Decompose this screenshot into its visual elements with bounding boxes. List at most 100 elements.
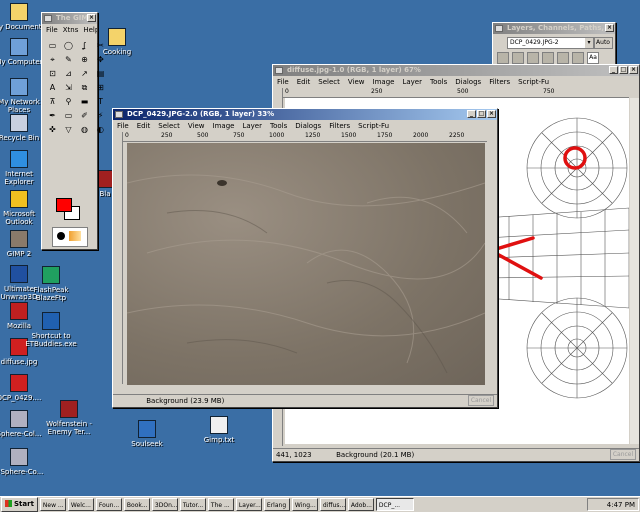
pattern-preview[interactable] xyxy=(69,231,81,241)
brush-preview[interactable] xyxy=(57,232,65,240)
tool-button[interactable]: T xyxy=(94,96,107,107)
diffuse-titlebar[interactable]: diffuse.jpg-1.0 (RGB, 1 layer) 67% _ □ × xyxy=(273,65,639,76)
menu-item[interactable]: File xyxy=(117,121,129,131)
desktop-icon[interactable]: Soulseek xyxy=(118,420,176,448)
tool-button[interactable]: ⊿ xyxy=(62,68,75,79)
taskbar-button[interactable]: diffus... xyxy=(319,498,346,511)
menu-item[interactable]: Select xyxy=(318,77,340,87)
tool-button[interactable]: A xyxy=(46,82,59,93)
menu-item[interactable]: Dialogs xyxy=(455,77,481,87)
tool-button[interactable]: ↗ xyxy=(78,68,91,79)
image-select-dropdown[interactable]: DCP_0429.JPG-2 ▾ xyxy=(507,37,595,49)
close-icon[interactable]: × xyxy=(605,24,614,32)
minimize-icon[interactable]: _ xyxy=(609,66,618,74)
tool-button[interactable]: ✜ xyxy=(46,124,59,135)
tool-button[interactable]: ✥ xyxy=(94,54,107,65)
toolbox-titlebar[interactable]: The GIMP × xyxy=(42,13,97,24)
taskbar-button[interactable]: Wing... xyxy=(291,498,318,511)
tool-button[interactable]: ⊞ xyxy=(94,82,107,93)
tool-button[interactable]: ⊡ xyxy=(46,68,59,79)
tool-button[interactable]: ⇲ xyxy=(62,82,75,93)
desktop-icon[interactable]: Wolfenstein - Enemy Ter... xyxy=(40,400,98,436)
tool-button[interactable]: ▭ xyxy=(46,40,59,51)
photo-canvas[interactable] xyxy=(127,143,485,385)
desktop-icon[interactable]: #Sphere-Co... xyxy=(0,448,48,476)
tab-undo[interactable] xyxy=(542,52,554,64)
cancel-button[interactable]: Cancel xyxy=(610,449,636,460)
menu-item[interactable]: Layer xyxy=(242,121,262,131)
menu-item[interactable]: Filters xyxy=(329,121,350,131)
menu-item[interactable]: Xtns xyxy=(63,25,79,35)
close-icon[interactable]: × xyxy=(487,110,496,118)
menu-item[interactable]: Select xyxy=(158,121,180,131)
tool-button[interactable]: ▬ xyxy=(78,96,91,107)
taskbar-button[interactable]: DCP_... xyxy=(375,498,414,511)
taskbar-button[interactable]: Foun... xyxy=(95,498,122,511)
tool-button[interactable]: ◐ xyxy=(94,124,107,135)
tab-patterns[interactable] xyxy=(572,52,584,64)
desktop-icon[interactable]: Shortcut to ETBuddies.exe xyxy=(22,312,80,348)
desktop-icon[interactable]: DCP_0429.... xyxy=(0,374,48,402)
menu-item[interactable]: Help xyxy=(83,25,97,35)
menu-item[interactable]: Image xyxy=(213,121,235,131)
tool-button[interactable]: ✐ xyxy=(78,110,91,121)
tab-layers[interactable] xyxy=(497,52,509,64)
color-area[interactable] xyxy=(50,196,88,224)
menu-item[interactable]: File xyxy=(46,25,58,35)
menu-item[interactable]: Tools xyxy=(430,77,447,87)
tool-button[interactable]: ◍ xyxy=(78,124,91,135)
photo-titlebar[interactable]: DCP_0429.JPG-2.0 (RGB, 1 layer) 33% _ □ … xyxy=(113,109,497,120)
taskbar-button[interactable]: New ... xyxy=(39,498,66,511)
layers-titlebar[interactable]: Layers, Channels, Paths, Undo × xyxy=(493,23,615,34)
start-button[interactable]: Start xyxy=(1,497,38,512)
close-icon[interactable]: × xyxy=(87,14,96,22)
taskbar-button[interactable]: Book... xyxy=(123,498,150,511)
tool-button[interactable]: ⊕ xyxy=(78,54,91,65)
menu-item[interactable]: Edit xyxy=(137,121,151,131)
auto-button[interactable]: Auto xyxy=(593,37,613,49)
menu-item[interactable]: View xyxy=(348,77,365,87)
desktop-icon[interactable]: Gimp.txt xyxy=(190,416,248,444)
tool-button[interactable]: ▽ xyxy=(62,124,75,135)
tab-brushes[interactable] xyxy=(557,52,569,64)
minimize-icon[interactable]: _ xyxy=(467,110,476,118)
tool-button[interactable]: ▭ xyxy=(62,110,75,121)
taskbar-button[interactable]: Tutor... xyxy=(179,498,206,511)
tool-button[interactable]: ⧉ xyxy=(78,82,91,93)
brush-pattern-area[interactable] xyxy=(52,227,88,247)
tab-channels[interactable] xyxy=(512,52,524,64)
tool-button[interactable]: ⚡ xyxy=(94,110,107,121)
menu-item[interactable]: File xyxy=(277,77,289,87)
foreground-color-swatch[interactable] xyxy=(56,198,72,212)
chevron-down-icon[interactable]: ▾ xyxy=(585,38,593,48)
menu-item[interactable]: Edit xyxy=(297,77,311,87)
close-icon[interactable]: × xyxy=(629,66,638,74)
menu-item[interactable]: Filters xyxy=(489,77,510,87)
taskbar-button[interactable]: Welc... xyxy=(67,498,94,511)
desktop-icon[interactable]: FlashPeak BlazeFtp xyxy=(22,266,80,302)
vertical-scrollbar[interactable] xyxy=(630,98,639,444)
tool-button[interactable]: ⊼ xyxy=(46,96,59,107)
cancel-button[interactable]: Cancel xyxy=(468,395,494,406)
menu-item[interactable]: Tools xyxy=(270,121,287,131)
maximize-icon[interactable]: □ xyxy=(619,66,628,74)
tab-paths[interactable] xyxy=(527,52,539,64)
menu-item[interactable]: Image xyxy=(373,77,395,87)
tool-button[interactable]: ʆ xyxy=(78,40,91,51)
tool-button[interactable]: ⌖ xyxy=(46,54,59,65)
menu-item[interactable]: Layer xyxy=(402,77,422,87)
taskbar-button[interactable]: 3DOn... xyxy=(151,498,178,511)
tool-button[interactable]: ⚲ xyxy=(62,96,75,107)
taskbar-button[interactable]: Adob... xyxy=(347,498,374,511)
tool-button[interactable]: ▤ xyxy=(94,68,107,79)
tool-button[interactable]: ✎ xyxy=(62,54,75,65)
maximize-icon[interactable]: □ xyxy=(477,110,486,118)
tool-button[interactable]: ✂ xyxy=(94,40,107,51)
menu-item[interactable]: Dialogs xyxy=(295,121,321,131)
tab-fonts[interactable]: Aa xyxy=(587,52,599,64)
menu-item[interactable]: Script-Fu xyxy=(518,77,549,87)
taskbar-button[interactable]: Erlang xyxy=(263,498,290,511)
taskbar-button[interactable]: Layer... xyxy=(235,498,262,511)
tool-button[interactable]: ✒ xyxy=(46,110,59,121)
menu-item[interactable]: View xyxy=(188,121,205,131)
